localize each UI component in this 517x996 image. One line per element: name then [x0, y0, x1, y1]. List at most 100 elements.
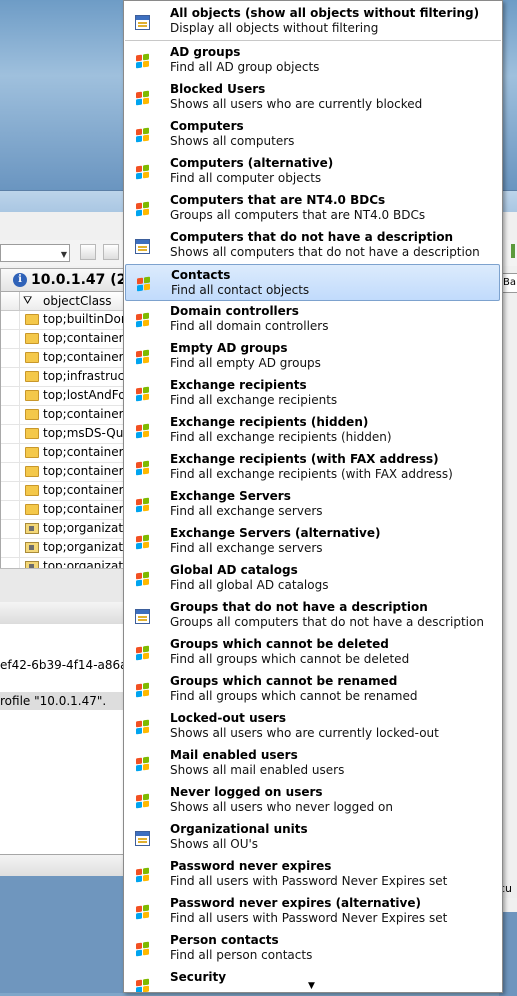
scroll-down-icon[interactable]: ▼	[308, 981, 315, 991]
table-row[interactable]: top;organizatio	[1, 539, 124, 558]
saved-queries-menu: All objects (show all objects without fi…	[123, 0, 503, 993]
table-row[interactable]: top;organizatio	[1, 520, 124, 539]
menu-item[interactable]: Mail enabled users Shows all mail enabled…	[125, 745, 500, 782]
menu-item[interactable]: Domain controllers Find all domain contro…	[125, 301, 500, 338]
table-row[interactable]: top;container	[1, 463, 124, 482]
table-row[interactable]: top;lostAndFou	[1, 387, 124, 406]
menu-item[interactable]: Empty AD groups Find all empty AD groups	[125, 338, 500, 375]
menu-item-title: Domain controllers	[170, 304, 299, 318]
folder-icon	[25, 371, 39, 382]
windows-flag-icon	[135, 164, 150, 180]
table-row[interactable]: top;container;r	[1, 406, 124, 425]
menu-item[interactable]: Exchange recipients (hidden) Find all exc…	[125, 412, 500, 449]
menu-item-description: Find all person contacts	[170, 948, 313, 962]
cell-objectclass: top;organizatio	[43, 540, 124, 554]
menu-item-title: Person contacts	[170, 933, 279, 947]
menu-item[interactable]: Computers that do not have a description…	[125, 227, 500, 264]
table-row[interactable]: top;container	[1, 444, 124, 463]
menu-item[interactable]: Exchange recipients Find all exchange rec…	[125, 375, 500, 412]
toolbar-icon-button[interactable]	[103, 244, 119, 260]
menu-item[interactable]: Computers that are NT4.0 BDCs Groups all …	[125, 190, 500, 227]
menu-item-description: Find all groups which cannot be renamed	[170, 689, 418, 703]
menu-item-description: Find all users with Password Never Expir…	[170, 911, 448, 925]
windows-flag-icon	[135, 312, 150, 328]
menu-item[interactable]: Exchange recipients (with FAX address) Fi…	[125, 449, 500, 486]
cell-objectclass: top;container	[43, 350, 124, 364]
log-panel-header	[0, 602, 124, 625]
menu-item[interactable]: Password never expires Find all users wit…	[125, 856, 500, 893]
menu-item-description: Groups all computers that are NT4.0 BDCs	[170, 208, 426, 222]
log-panel: ef42-6b39-4f14-a86a-b5 rofile "10.0.1.47"…	[0, 624, 124, 854]
menu-item[interactable]: Computers (alternative) Find all computer…	[125, 153, 500, 190]
menu-item-description: Find all groups which cannot be deleted	[170, 652, 410, 666]
column-header-objectclass[interactable]: objectClass	[43, 294, 112, 308]
windows-flag-icon	[135, 386, 150, 402]
toolbar-icon-button[interactable]	[80, 244, 96, 260]
menu-item-description: Shows all computers	[170, 134, 295, 148]
info-icon: i	[13, 273, 27, 287]
status-indicator-icon	[511, 244, 515, 258]
folder-icon	[25, 390, 39, 401]
cell-objectclass: top;organizatio	[43, 559, 124, 568]
table-row[interactable]: top;container	[1, 330, 124, 349]
menu-item-description: Find all exchange servers	[170, 504, 323, 518]
menu-item[interactable]: Locked-out users Shows all users who are …	[125, 708, 500, 745]
table-row[interactable]: top;container	[1, 482, 124, 501]
table-row[interactable]: top;msDS-Quo	[1, 425, 124, 444]
windows-flag-icon	[135, 645, 150, 661]
menu-item-description: Shows all computers that do not have a d…	[170, 245, 480, 259]
log-line[interactable]: ef42-6b39-4f14-a86a-b5	[0, 656, 124, 674]
menu-item[interactable]: Never logged on users Shows all users who…	[125, 782, 500, 819]
windows-flag-icon	[135, 201, 150, 217]
windows-flag-icon	[135, 90, 150, 106]
folder-icon	[25, 409, 39, 420]
menu-item-description: Find all exchange recipients	[170, 393, 338, 407]
menu-item[interactable]: Password never expires (alternative) Find…	[125, 893, 500, 930]
table-row[interactable]: top;builtinDom	[1, 311, 124, 330]
windows-flag-icon	[135, 53, 150, 69]
windows-flag-icon	[135, 867, 150, 883]
menu-item[interactable]: Blocked Users Shows all users who are cur…	[125, 79, 500, 116]
windows-flag-icon	[135, 978, 150, 992]
menu-item-description: Shows all users who never logged on	[170, 800, 393, 814]
filter-combobox[interactable]: ▼	[0, 244, 70, 262]
menu-item[interactable]: AD groups Find all AD group objects	[125, 42, 500, 79]
menu-item[interactable]: Exchange Servers Find all exchange server…	[125, 486, 500, 523]
right-tab[interactable]: Ba	[502, 273, 517, 293]
table-row[interactable]: top;container	[1, 501, 124, 520]
menu-item[interactable]: Groups which cannot be renamed Find all g…	[125, 671, 500, 708]
menu-item-title: Contacts	[171, 268, 231, 282]
menu-item-description: Find all AD group objects	[170, 60, 320, 74]
windows-flag-icon	[135, 349, 150, 365]
cell-objectclass: top;organizatio	[43, 521, 124, 535]
menu-item[interactable]: All objects (show all objects without fi…	[125, 3, 500, 40]
windows-flag-icon	[135, 756, 150, 772]
menu-item-description: Find all users with Password Never Expir…	[170, 874, 448, 888]
log-line[interactable]: rofile "10.0.1.47".	[0, 692, 124, 710]
menu-item-title: Exchange Servers (alternative)	[170, 526, 381, 540]
cell-objectclass: top;container	[43, 502, 124, 516]
folder-icon	[25, 428, 39, 439]
table-row[interactable]: top;organizatio	[1, 558, 124, 568]
menu-item[interactable]: Contacts Find all contact objects	[125, 264, 500, 301]
table-icon	[135, 239, 150, 254]
splitter[interactable]	[0, 568, 124, 603]
table-row[interactable]: top;container	[1, 349, 124, 368]
menu-item[interactable]: Groups which cannot be deleted Find all g…	[125, 634, 500, 671]
cell-objectclass: top;container	[43, 445, 124, 459]
menu-item[interactable]: Computers Shows all computers	[125, 116, 500, 153]
menu-item[interactable]: Person contacts Find all person contacts	[125, 930, 500, 967]
menu-item-description: Find all exchange recipients (with FAX a…	[170, 467, 453, 481]
menu-item-title: Security	[170, 970, 227, 984]
menu-separator	[125, 40, 501, 41]
chevron-down-icon[interactable]: ▼	[61, 250, 67, 259]
menu-item[interactable]: Groups that do not have a description Gro…	[125, 597, 500, 634]
menu-item-title: Global AD catalogs	[170, 563, 298, 577]
menu-item[interactable]: Exchange Servers (alternative) Find all e…	[125, 523, 500, 560]
menu-item-title: Organizational units	[170, 822, 308, 836]
table-row[interactable]: top;infrastructu	[1, 368, 124, 387]
filter-icon[interactable]: ⛛	[23, 294, 32, 308]
status-bar	[0, 854, 124, 877]
menu-item[interactable]: Organizational units Shows all OU's	[125, 819, 500, 856]
menu-item[interactable]: Global AD catalogs Find all global AD cat…	[125, 560, 500, 597]
